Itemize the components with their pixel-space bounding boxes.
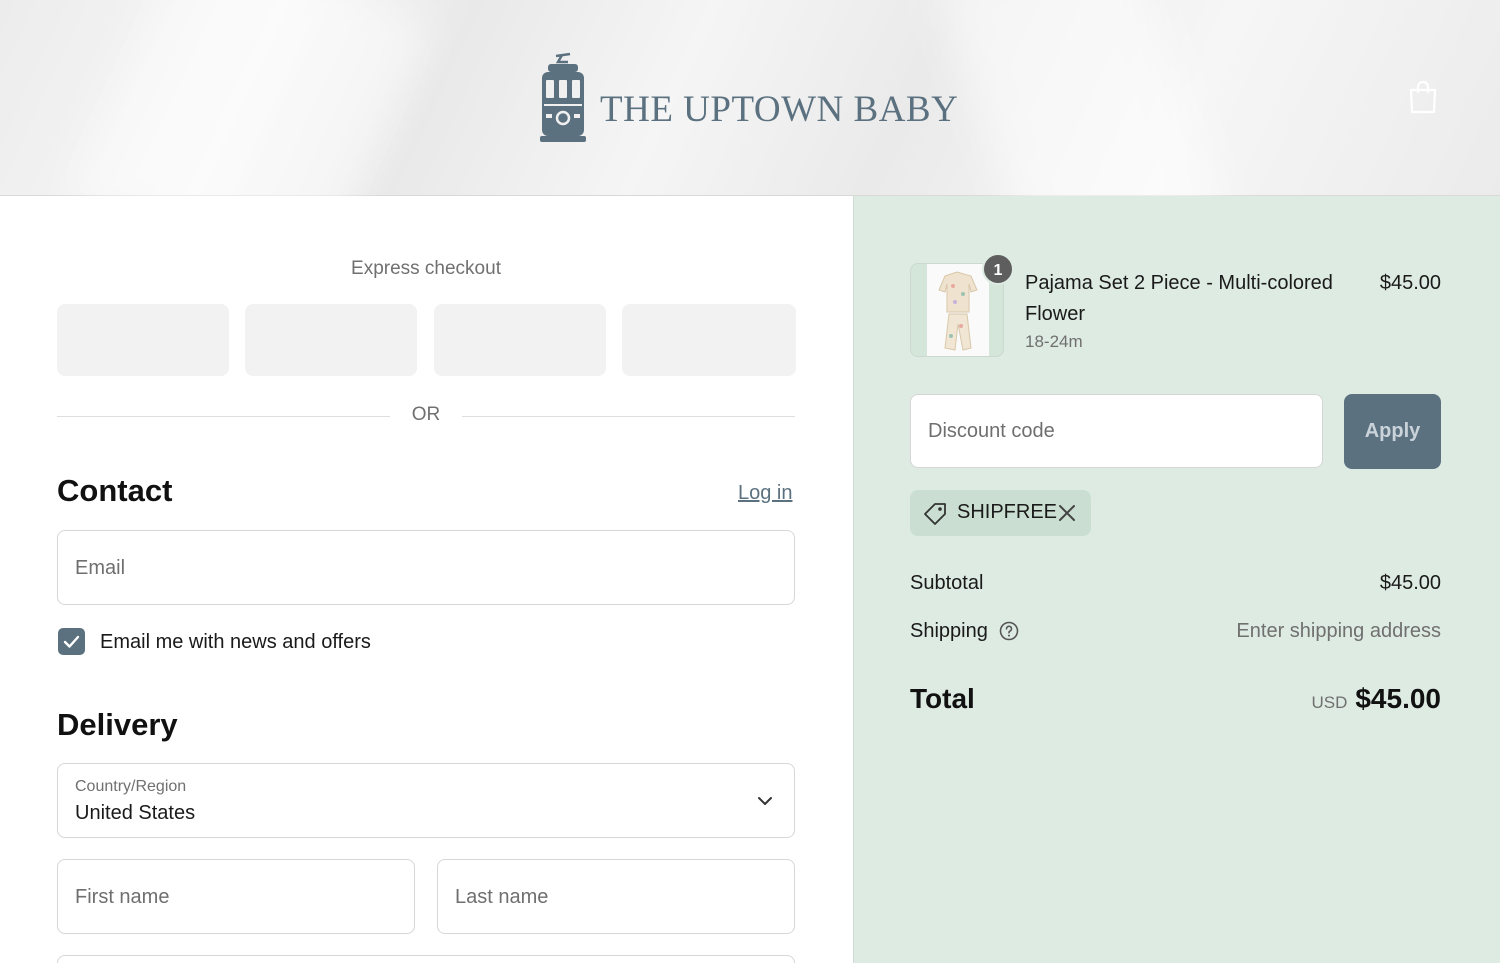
brand-logo[interactable]: THE UPTOWN BABY [538, 52, 958, 144]
last-name-field[interactable]: Last name [437, 859, 795, 934]
first-name-placeholder: First name [75, 886, 170, 908]
express-checkout-title: Express checkout [351, 258, 501, 279]
tram-icon [540, 52, 586, 142]
express-pay-button[interactable] [245, 304, 417, 376]
product-image [927, 264, 989, 356]
applied-discount-tag: SHIPFREE [910, 490, 1091, 536]
express-pay-button[interactable] [57, 304, 229, 376]
newsletter-label: Email me with news and offers [100, 631, 371, 653]
discount-code-input[interactable]: Discount code [910, 394, 1323, 468]
currency-code: USD [1311, 693, 1348, 712]
shipping-value: Enter shipping address [1236, 620, 1441, 642]
divider-line [462, 416, 795, 417]
product-name: Pajama Set 2 Piece - Multi-colored Flowe… [1025, 272, 1333, 325]
subtotal-value: $45.00 [1379, 572, 1441, 594]
or-label: OR [411, 404, 441, 425]
checkout-form: Express checkout OR Contact Log in Email… [0, 196, 853, 963]
apply-discount-button[interactable]: Apply [1344, 394, 1441, 469]
log-in-link[interactable]: Log in [738, 482, 793, 505]
delivery-title: Delivery [57, 707, 178, 742]
pajama-image [938, 271, 978, 351]
total-amount: USD $45.00 [1311, 683, 1441, 715]
country-select[interactable]: Country/Region United States [57, 763, 795, 838]
close-icon[interactable] [1056, 502, 1078, 524]
shopping-bag-icon[interactable] [1408, 80, 1438, 114]
divider-line [57, 416, 390, 417]
email-placeholder: Email [75, 557, 126, 579]
discount-placeholder: Discount code [928, 420, 1055, 442]
checkmark-icon [63, 635, 80, 648]
email-field[interactable]: Email [57, 530, 795, 605]
tag-icon [924, 503, 946, 525]
applied-code: SHIPFREE [957, 501, 1058, 523]
quantity-badge: 1 [982, 253, 1014, 285]
express-pay-button[interactable] [622, 304, 796, 376]
contact-title: Contact [57, 473, 173, 508]
question-circle-icon[interactable] [999, 621, 1019, 641]
subtotal-label: Subtotal [910, 572, 984, 594]
site-header: THE UPTOWN BABY [0, 0, 1500, 301]
product-price: $45.00 [1379, 272, 1441, 294]
order-summary: 1 Pajama Set 2 Piece - Multi-colored Flo… [853, 196, 1500, 963]
brand-name: THE UPTOWN BABY [600, 89, 959, 130]
country-label: Country/Region [75, 778, 187, 795]
chevron-down-icon [758, 797, 772, 805]
express-pay-button[interactable] [434, 304, 606, 376]
product-variant: 18-24m [1025, 332, 1083, 351]
first-name-field[interactable]: First name [57, 859, 415, 934]
address-field[interactable] [57, 955, 795, 963]
or-divider: OR [57, 404, 795, 430]
last-name-placeholder: Last name [455, 886, 549, 908]
total-label: Total [910, 683, 975, 714]
country-value: United States [75, 802, 196, 824]
newsletter-checkbox[interactable] [58, 628, 85, 655]
shipping-label: Shipping [910, 620, 988, 642]
total-value: $45.00 [1355, 683, 1441, 714]
